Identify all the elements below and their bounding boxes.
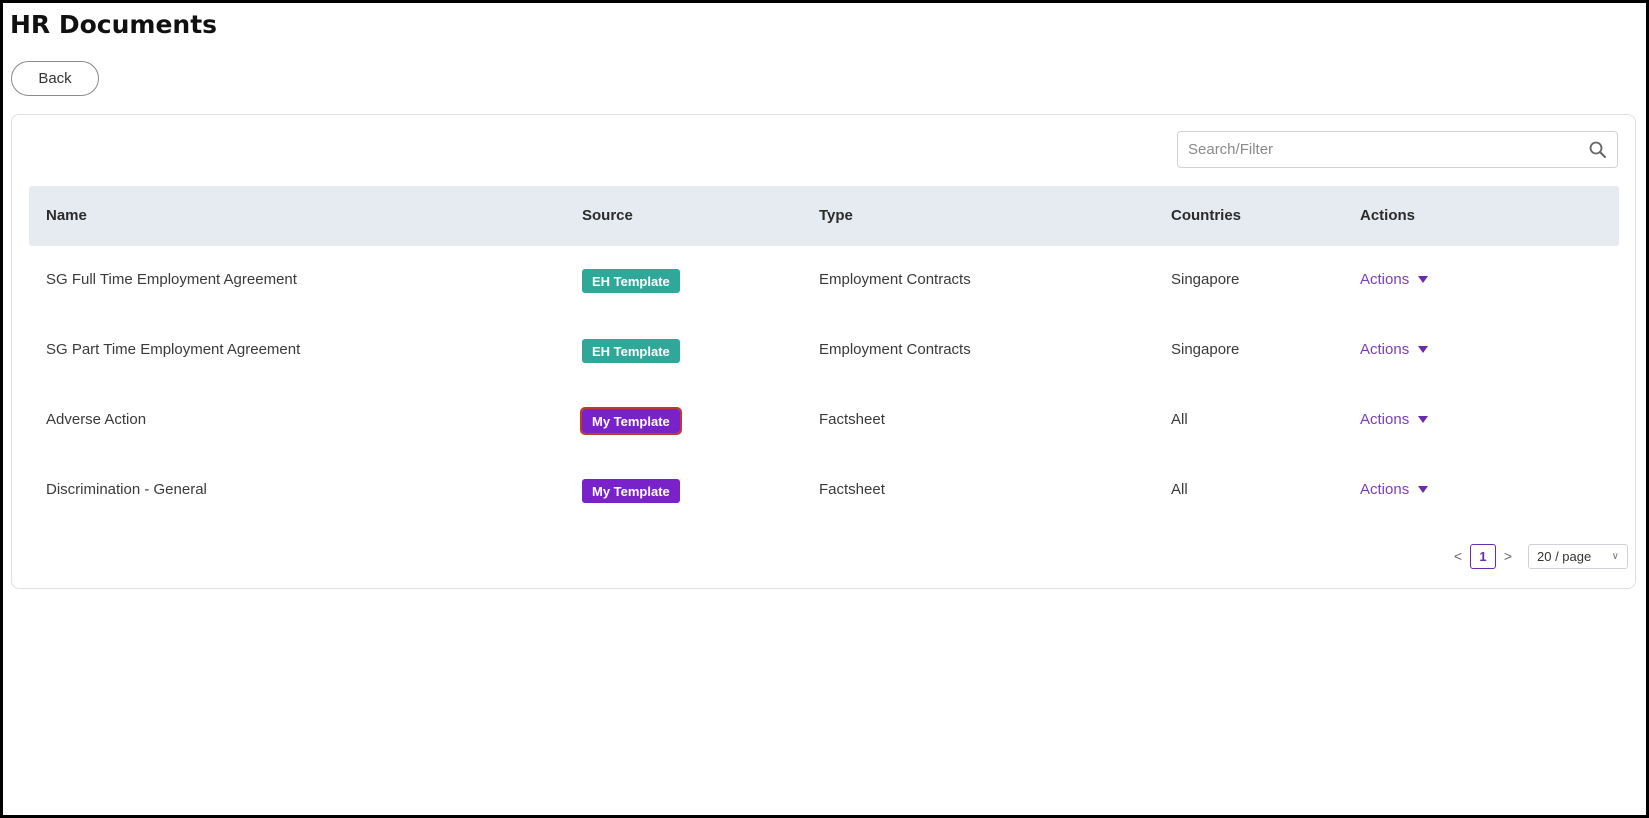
actions-label: Actions xyxy=(1360,481,1410,498)
document-countries: All xyxy=(1171,481,1188,498)
back-button[interactable]: Back xyxy=(11,61,99,96)
documents-card: Name Source Type Countries Actions SG Fu… xyxy=(11,114,1636,589)
table-row: SG Part Time Employment Agreement EH Tem… xyxy=(29,316,1619,386)
document-type: Employment Contracts xyxy=(819,271,971,288)
actions-dropdown[interactable]: Actions xyxy=(1360,271,1429,288)
document-type: Employment Contracts xyxy=(819,341,971,358)
search-icon[interactable] xyxy=(1588,140,1608,160)
page-number-current[interactable]: 1 xyxy=(1470,543,1496,569)
document-name: SG Full Time Employment Agreement xyxy=(46,271,297,288)
pagination: < 1 > 20 / page ∨ xyxy=(1446,543,1628,569)
source-badge[interactable]: My Template xyxy=(580,407,682,435)
document-name: SG Part Time Employment Agreement xyxy=(46,341,301,358)
document-countries: Singapore xyxy=(1171,271,1240,288)
column-header-name: Name xyxy=(46,207,87,224)
search-input[interactable] xyxy=(1178,132,1578,167)
table-row: Adverse Action My Template Factsheet All… xyxy=(29,386,1619,456)
next-page-button[interactable]: > xyxy=(1496,548,1520,564)
page-size-select[interactable]: 20 / page ∨ xyxy=(1528,543,1628,569)
prev-page-button[interactable]: < xyxy=(1446,548,1470,564)
table-row: Discrimination - General My Template Fac… xyxy=(29,456,1619,526)
actions-dropdown[interactable]: Actions xyxy=(1360,341,1429,358)
source-badge: EH Template xyxy=(582,339,680,363)
document-countries: All xyxy=(1171,411,1188,428)
actions-dropdown[interactable]: Actions xyxy=(1360,411,1429,428)
document-name: Discrimination - General xyxy=(46,481,207,498)
caret-down-icon xyxy=(1418,346,1429,353)
column-header-source: Source xyxy=(582,207,633,224)
page-title: HR Documents xyxy=(10,10,218,39)
document-type: Factsheet xyxy=(819,411,885,428)
column-header-actions: Actions xyxy=(1360,207,1416,224)
actions-dropdown[interactable]: Actions xyxy=(1360,481,1429,498)
caret-down-icon xyxy=(1418,416,1429,423)
actions-label: Actions xyxy=(1360,271,1410,288)
caret-down-icon xyxy=(1418,276,1429,283)
table-header: Name Source Type Countries Actions xyxy=(29,186,1619,246)
actions-label: Actions xyxy=(1360,341,1410,358)
page-size-label: 20 / page xyxy=(1537,548,1592,564)
document-type: Factsheet xyxy=(819,481,885,498)
search-box[interactable] xyxy=(1177,131,1618,168)
table-row: SG Full Time Employment Agreement EH Tem… xyxy=(29,246,1619,316)
column-header-type: Type xyxy=(819,207,853,224)
source-badge: EH Template xyxy=(582,269,680,293)
document-name: Adverse Action xyxy=(46,411,147,428)
caret-down-icon xyxy=(1418,486,1429,493)
chevron-down-icon: ∨ xyxy=(1611,550,1619,562)
document-countries: Singapore xyxy=(1171,341,1240,358)
actions-label: Actions xyxy=(1360,411,1410,428)
source-badge: My Template xyxy=(582,479,680,503)
column-header-countries: Countries xyxy=(1171,207,1242,224)
